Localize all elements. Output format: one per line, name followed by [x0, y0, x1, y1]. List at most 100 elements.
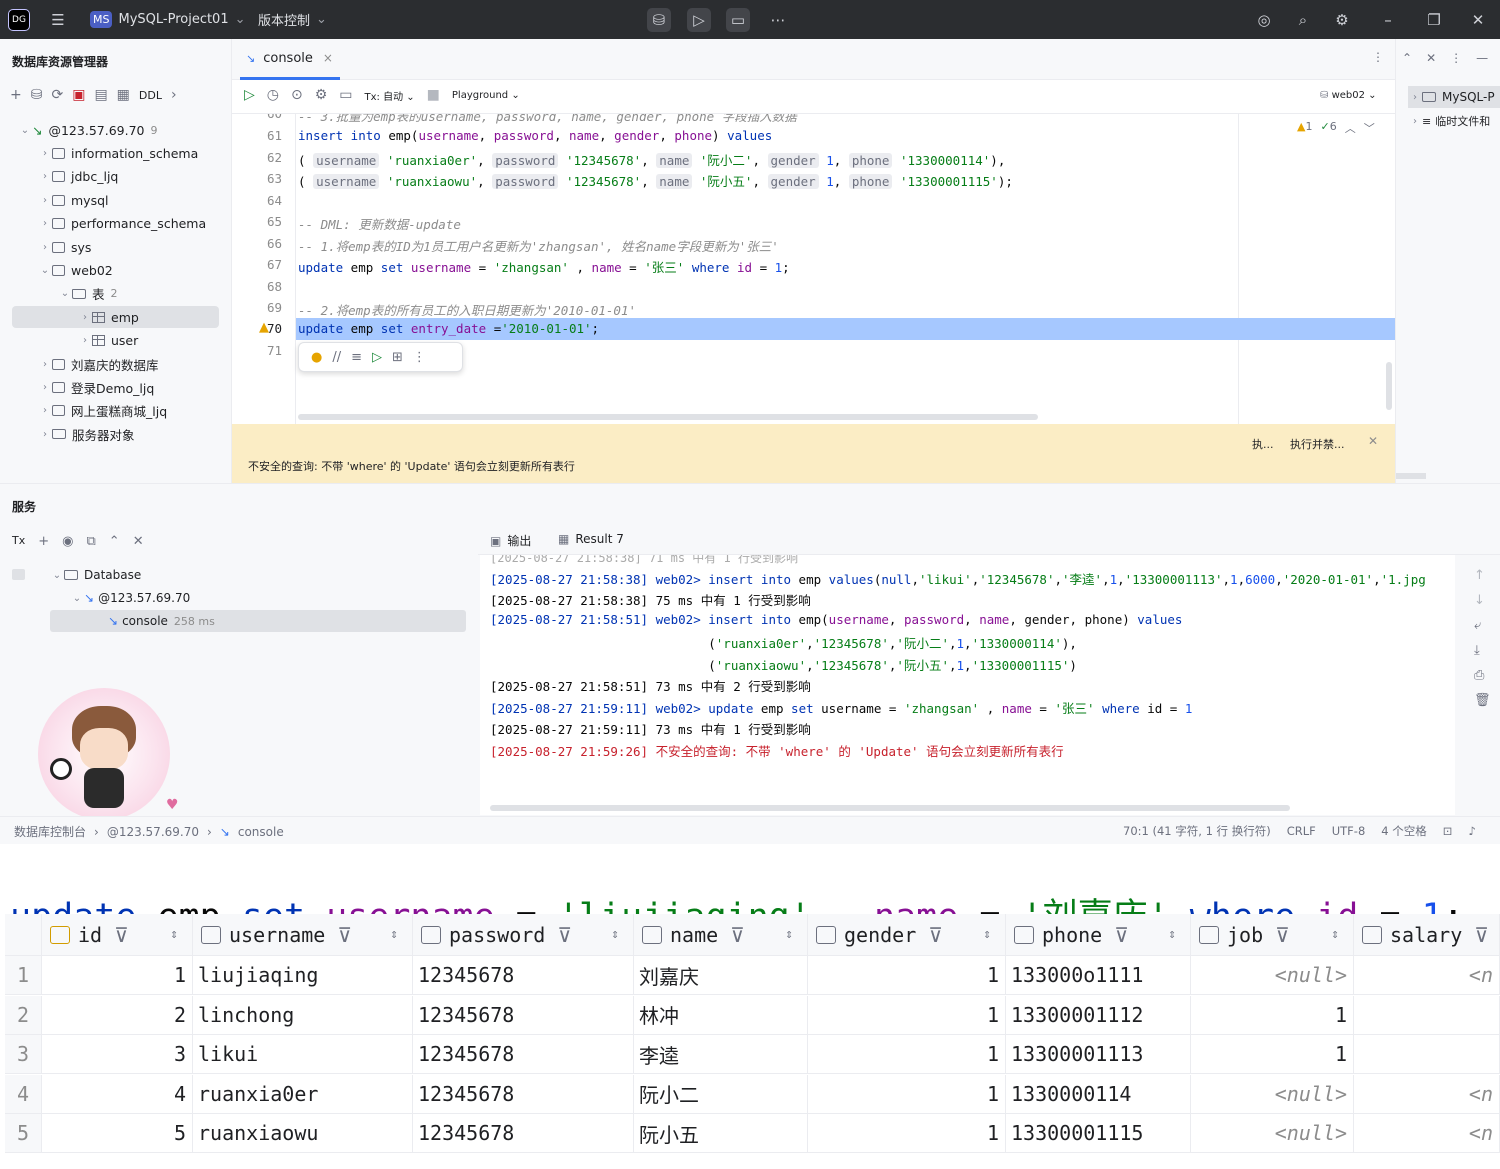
chevron-right-icon[interactable]: ›: [38, 218, 52, 229]
vertical-scrollbar[interactable]: [1386, 362, 1392, 410]
collapse-all-icon[interactable]: ✕: [133, 534, 144, 549]
scrollbar[interactable]: [1396, 473, 1426, 479]
cell-username[interactable]: ruanxiaowu: [193, 1114, 413, 1153]
lightbulb-icon[interactable]: ●: [311, 350, 322, 365]
filter-icon[interactable]: ⊽: [1114, 923, 1129, 947]
schema-select[interactable]: ⛁ web02 ⌄: [1320, 90, 1377, 101]
column-header-password[interactable]: password ⊽ ⇕: [413, 914, 634, 956]
cell-name[interactable]: 李逵: [634, 1035, 808, 1074]
tree-item-db[interactable]: › information_schema: [12, 142, 219, 164]
settings-gear-icon[interactable]: ⚙: [1330, 8, 1354, 32]
comment-icon[interactable]: //: [332, 350, 341, 365]
cell-gender[interactable]: 1: [808, 995, 1006, 1035]
filter-icon[interactable]: ⊽: [1275, 923, 1290, 947]
playground-select[interactable]: Playground ⌄: [452, 90, 520, 101]
filter-icon[interactable]: ⊽: [557, 923, 572, 947]
cell-salary[interactable]: [1354, 995, 1500, 1035]
cell-username[interactable]: linchong: [193, 995, 413, 1035]
breadcrumb-item[interactable]: console: [238, 825, 284, 839]
cell-name[interactable]: 阮小五: [634, 1114, 808, 1153]
minimize-icon[interactable]: –: [1376, 8, 1400, 32]
vcs-menu[interactable]: 版本控制 ⌄: [258, 0, 327, 39]
tree-item-db[interactable]: › jdbc_ljq: [12, 166, 219, 188]
service-console-node[interactable]: ↘ console 258 ms: [50, 610, 466, 632]
minimize-panel-icon[interactable]: —: [1476, 51, 1488, 65]
tx-icon[interactable]: Tx: [12, 534, 25, 549]
cell-username[interactable]: ruanxia0er: [193, 1074, 413, 1114]
tree-item-folder[interactable]: › 服务器对象: [12, 423, 219, 445]
cell-salary[interactable]: <n: [1354, 1074, 1500, 1114]
cell-gender[interactable]: 1: [808, 1114, 1006, 1153]
close-tab-icon[interactable]: ×: [323, 51, 333, 65]
cell-salary[interactable]: [1354, 1035, 1500, 1074]
filter-icon[interactable]: ⊽: [730, 923, 745, 947]
tree-item-db[interactable]: ⌄ web02: [12, 259, 219, 281]
column-header-job[interactable]: job ⊽ ⇕: [1191, 914, 1354, 956]
data-source-icon[interactable]: ⛁: [31, 87, 43, 103]
add-icon[interactable]: +: [38, 534, 49, 549]
more-vertical-icon[interactable]: ⋮: [413, 350, 426, 365]
row-number[interactable]: 3: [5, 1035, 42, 1074]
sort-icon[interactable]: ⇕: [170, 927, 178, 942]
stop-icon[interactable]: [12, 569, 25, 580]
new-tab-icon[interactable]: ⧉: [86, 534, 95, 549]
cell-name[interactable]: 林冲: [634, 995, 808, 1035]
tree-item-table[interactable]: › emp: [12, 306, 219, 329]
more-icon[interactable]: ⋯: [766, 8, 790, 32]
chevron-right-icon[interactable]: ›: [38, 405, 52, 416]
trash-icon[interactable]: 🗑: [1474, 693, 1491, 708]
column-header-username[interactable]: username ⊽ ⇕: [193, 914, 413, 956]
soft-wrap-icon[interactable]: ⤶: [1474, 618, 1491, 633]
notifications-icon[interactable]: ♪: [1468, 824, 1475, 838]
sort-icon[interactable]: ⇕: [611, 927, 619, 942]
cell-username[interactable]: likui: [193, 1035, 413, 1074]
filter-icon[interactable]: ⊽: [1474, 923, 1489, 947]
run-icon[interactable]: ▷: [244, 87, 255, 103]
tree-item-db[interactable]: › 登录Demo_ljq: [12, 376, 219, 398]
cell-password[interactable]: 12345678: [413, 1114, 634, 1153]
settings-icon[interactable]: ⚙: [315, 87, 328, 103]
stop-icon[interactable]: ■: [427, 87, 440, 103]
column-header-phone[interactable]: phone ⊽ ⇕: [1006, 914, 1191, 956]
table-view-icon[interactable]: ▦: [117, 87, 130, 103]
run-config-icon[interactable]: ▷: [687, 8, 711, 32]
eye-icon[interactable]: ◉: [62, 534, 73, 549]
add-icon[interactable]: +: [10, 87, 22, 103]
horizontal-scrollbar[interactable]: [490, 805, 1290, 811]
explain-icon[interactable]: ⊙: [291, 87, 303, 103]
sort-icon[interactable]: ⇕: [983, 927, 991, 942]
close-icon[interactable]: ✕: [1368, 434, 1378, 448]
scratches-tree-item[interactable]: › ≡ 临时文件和: [1408, 110, 1500, 132]
expand-icon[interactable]: ⌃: [1402, 51, 1412, 65]
tab-result[interactable]: ▦ Result 7: [558, 532, 624, 546]
filter-icon[interactable]: ⊽: [337, 923, 352, 947]
cell-password[interactable]: 12345678: [413, 1074, 634, 1114]
sort-icon[interactable]: ⇕: [390, 927, 398, 942]
chevron-right-icon[interactable]: ›: [38, 382, 52, 393]
chevron-right-icon[interactable]: ›: [78, 335, 92, 346]
chevron-up-icon[interactable]: ︿: [1345, 120, 1356, 136]
chevron-down-icon[interactable]: ﹀: [1364, 120, 1375, 136]
expand-all-icon[interactable]: ⌃: [109, 534, 120, 549]
cursor-position[interactable]: 70:1 (41 字符, 1 行 换行符): [1123, 823, 1271, 839]
folder-icon[interactable]: ▭: [726, 8, 750, 32]
tab-console[interactable]: ↘ console ×: [240, 39, 340, 80]
tree-item-db[interactable]: › 刘嘉庆的数据库: [12, 353, 219, 375]
cell-job[interactable]: 1: [1191, 995, 1354, 1035]
cell-phone[interactable]: 13300001113: [1006, 1035, 1191, 1074]
cell-gender[interactable]: 1: [808, 956, 1006, 995]
indent-setting[interactable]: 4 个空格: [1381, 823, 1426, 839]
layout-icon[interactable]: ▭: [339, 87, 352, 103]
project-selector[interactable]: MS MySQL-Project01 ⌄: [90, 0, 246, 39]
row-number[interactable]: 2: [5, 995, 42, 1035]
cell-job[interactable]: <null>: [1191, 956, 1354, 995]
warning-gutter-icon[interactable]: ▲: [259, 320, 269, 335]
cell-gender[interactable]: 1: [808, 1035, 1006, 1074]
chevron-down-icon[interactable]: ⌄: [38, 265, 52, 276]
inspection-widget[interactable]: ▲1 ✓6 ︿ ﹀: [1297, 120, 1375, 136]
cell-phone[interactable]: 1330000114: [1006, 1074, 1191, 1114]
sort-icon[interactable]: ⇕: [1331, 927, 1339, 942]
history-icon[interactable]: ◷: [267, 87, 279, 103]
tree-item-db[interactable]: › mysql: [12, 189, 219, 211]
cell-password[interactable]: 12345678: [413, 1035, 634, 1074]
